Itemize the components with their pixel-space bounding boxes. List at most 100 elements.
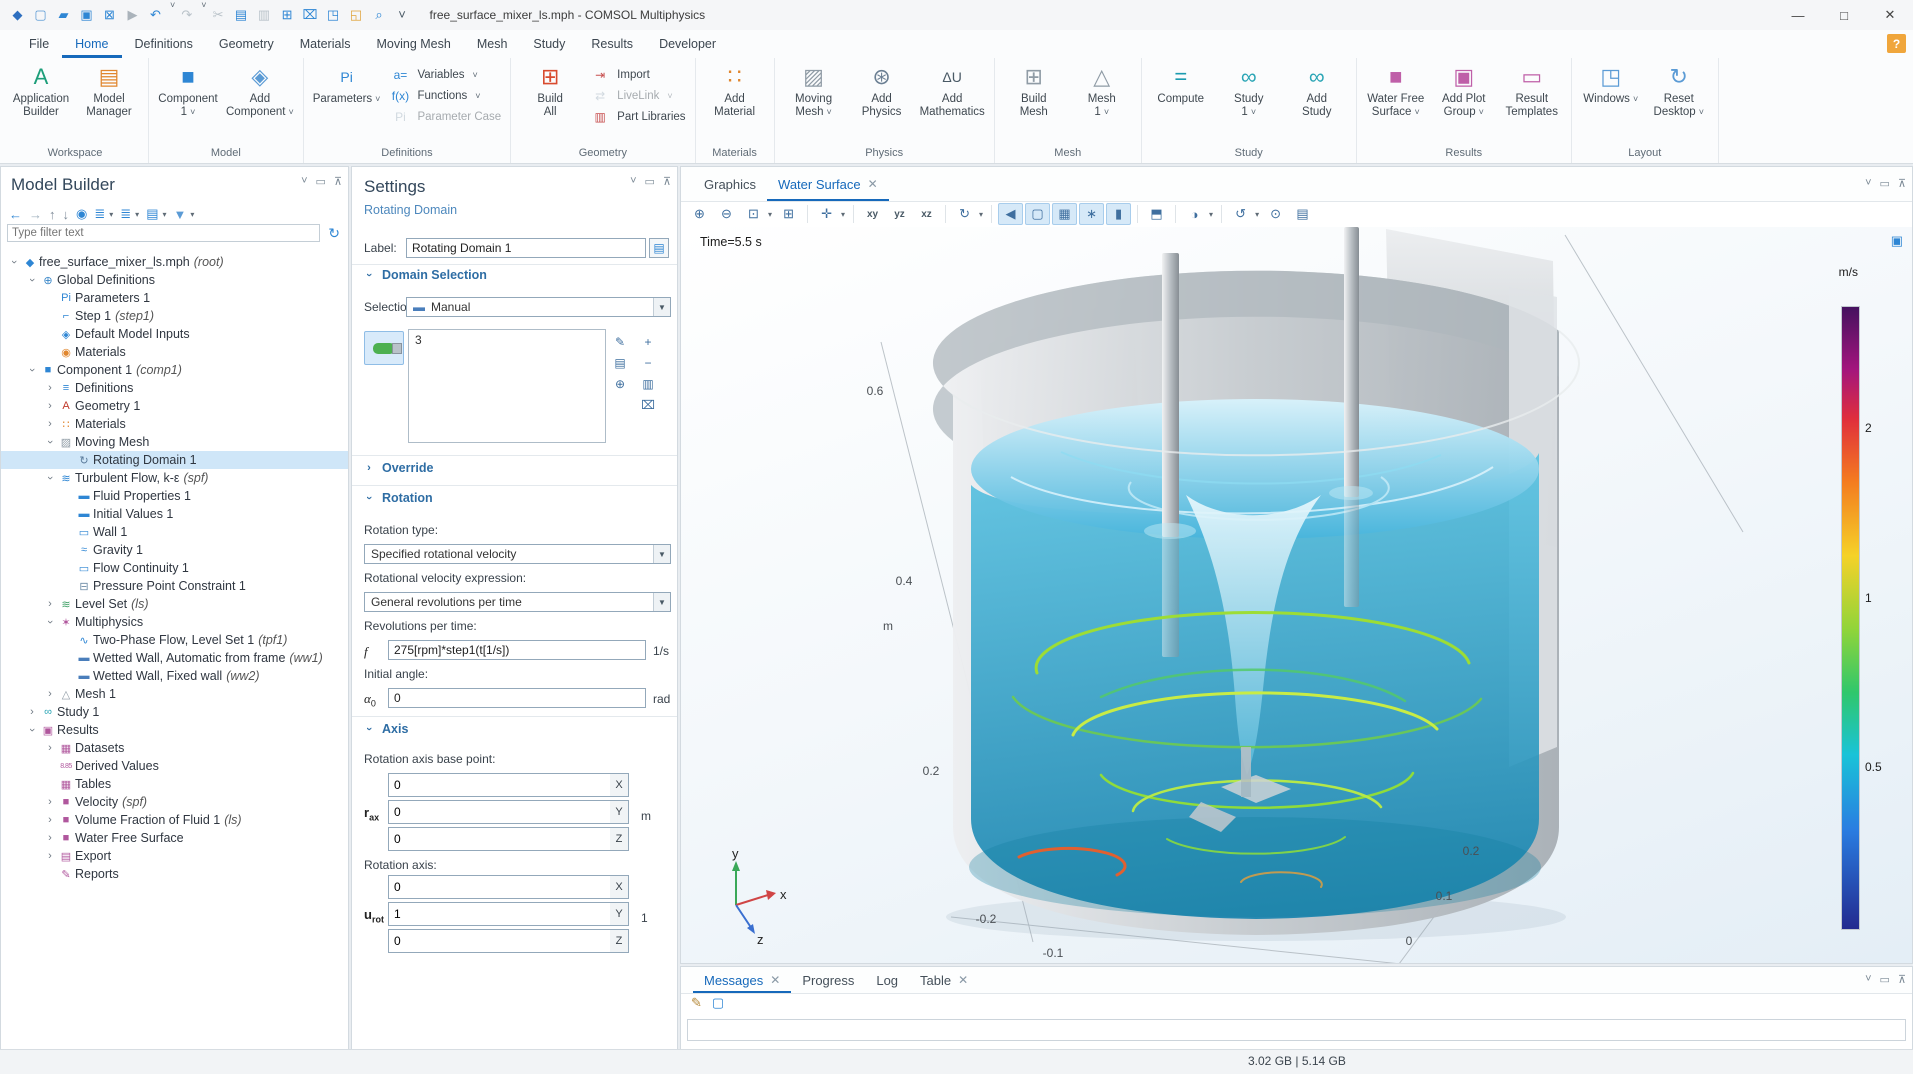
paste-selection-icon[interactable]: ▥ bbox=[638, 375, 658, 393]
section-domain-selection[interactable]: ›Domain Selection bbox=[364, 268, 487, 282]
save-icon[interactable]: ▣ bbox=[75, 0, 98, 30]
tree-item-volume-fraction-of-fluid-1[interactable]: ›■Volume Fraction of Fluid 1(ls) bbox=[1, 811, 348, 829]
tree-caret-icon[interactable]: › bbox=[44, 435, 56, 449]
pin-panel-icon[interactable]: ⊼ bbox=[663, 175, 671, 188]
tree-item-materials[interactable]: ◉Materials bbox=[1, 343, 348, 361]
update-plot-icon[interactable]: ↺ bbox=[1228, 203, 1253, 225]
tree-item-moving-mesh[interactable]: ›▨Moving Mesh bbox=[1, 433, 348, 451]
menu-tab-materials[interactable]: Materials bbox=[287, 30, 364, 58]
tree-item-velocity[interactable]: ›■Velocity(spf) bbox=[1, 793, 348, 811]
show-color-legend-icon[interactable]: ▮ bbox=[1106, 203, 1131, 225]
zoom-out-icon[interactable]: ⊖ bbox=[714, 203, 739, 225]
tree-caret-icon[interactable]: › bbox=[8, 255, 20, 269]
tree-item-default-model-inputs[interactable]: ◈Default Model Inputs bbox=[1, 325, 348, 343]
move-up-icon[interactable]: ↑ bbox=[49, 207, 56, 222]
section-rotation[interactable]: ›Rotation bbox=[364, 491, 433, 505]
menu-tab-home[interactable]: Home bbox=[62, 30, 121, 58]
menu-tab-file[interactable]: File bbox=[16, 30, 62, 58]
add-component-button[interactable]: ◈AddComponent˅ bbox=[222, 58, 298, 119]
messages-content[interactable] bbox=[687, 1019, 1906, 1041]
tree-item-flow-continuity-1[interactable]: ▭Flow Continuity 1 bbox=[1, 559, 348, 577]
tree-item-results[interactable]: ›▣Results bbox=[1, 721, 348, 739]
float-panel-icon[interactable]: ▭ bbox=[1880, 177, 1890, 190]
create-selection-icon[interactable]: ✎ bbox=[610, 333, 630, 351]
close-tab-icon[interactable]: ✕ bbox=[868, 177, 878, 191]
windows-button[interactable]: ◳Windows˅ bbox=[1577, 58, 1645, 106]
chevron-down-icon[interactable]: ▾ bbox=[162, 210, 166, 219]
bottom-tab-progress[interactable]: Progress bbox=[791, 967, 865, 993]
base-point-input-y[interactable] bbox=[389, 801, 619, 823]
water-free-surface-button[interactable]: ■Water FreeSurface˅ bbox=[1362, 58, 1430, 119]
add-physics-button[interactable]: ⊛AddPhysics bbox=[848, 58, 916, 119]
tree-item-datasets[interactable]: ›▦Datasets bbox=[1, 739, 348, 757]
menu-tab-developer[interactable]: Developer bbox=[646, 30, 729, 58]
tree-caret-icon[interactable]: › bbox=[26, 363, 38, 377]
tree-caret-icon[interactable]: › bbox=[43, 850, 57, 862]
initial-angle-input[interactable] bbox=[389, 689, 645, 707]
chevron-down-icon[interactable]: ▾ bbox=[1255, 210, 1259, 219]
find-icon[interactable]: ⌕ bbox=[368, 0, 391, 30]
tree-item-turbulent-flow-k[interactable]: ›≋Turbulent Flow, k-ε(spf) bbox=[1, 469, 348, 487]
tree-item-water-free-surface[interactable]: ›■Water Free Surface bbox=[1, 829, 348, 847]
toolbar-overflow-icon[interactable]: ˅ bbox=[391, 0, 414, 30]
filter-icon[interactable]: ▼ bbox=[174, 207, 187, 222]
add-material-button[interactable]: ∷AddMaterial bbox=[701, 58, 769, 119]
view-xz-icon[interactable]: xz bbox=[914, 203, 939, 225]
tree-item-multiphysics[interactable]: ›✶Multiphysics bbox=[1, 613, 348, 631]
result-templates-button[interactable]: ▭ResultTemplates bbox=[1498, 58, 1566, 119]
velocity-expression-dropdown[interactable]: General revolutions per time▼ bbox=[364, 592, 671, 612]
go-back-icon[interactable]: ← bbox=[9, 207, 22, 222]
refresh-filter-icon[interactable]: ↻ bbox=[328, 225, 340, 242]
tree-item-component-1[interactable]: ›■Component 1(comp1) bbox=[1, 361, 348, 379]
panel-menu-icon[interactable]: ˅ bbox=[1865, 973, 1871, 986]
save-to-icon[interactable]: ⊠ bbox=[98, 0, 121, 30]
show-grid-icon[interactable]: ▦ bbox=[1052, 203, 1077, 225]
minimize-button[interactable]: — bbox=[1775, 0, 1821, 30]
rotate-view-icon[interactable]: ↻ bbox=[952, 203, 977, 225]
appearance-icon[interactable]: ◑ bbox=[1182, 203, 1207, 225]
label-input[interactable] bbox=[407, 239, 645, 257]
menu-tab-results[interactable]: Results bbox=[578, 30, 646, 58]
tree-item-geometry-1[interactable]: ›AGeometry 1 bbox=[1, 397, 348, 415]
tree-item-export[interactable]: ›▤Export bbox=[1, 847, 348, 865]
section-axis[interactable]: ›Axis bbox=[364, 722, 408, 736]
tree-item-gravity-1[interactable]: ≈Gravity 1 bbox=[1, 541, 348, 559]
duplicate-icon[interactable]: ⊞ bbox=[276, 0, 299, 30]
bottom-tab-messages[interactable]: Messages✕ bbox=[693, 967, 791, 993]
cut-icon[interactable]: ✂ bbox=[207, 0, 230, 30]
pin-panel-icon[interactable]: ⊼ bbox=[1898, 973, 1906, 986]
add-study-button[interactable]: ∞AddStudy bbox=[1283, 58, 1351, 119]
3d-scene[interactable]: y x z bbox=[681, 227, 1912, 963]
tree-item-derived-values[interactable]: 8.85Derived Values bbox=[1, 757, 348, 775]
tree-item-materials[interactable]: ›∷Materials bbox=[1, 415, 348, 433]
tree-item-wetted-wall-fixed-wall[interactable]: ▬Wetted Wall, Fixed wall(ww2) bbox=[1, 667, 348, 685]
component-1-button[interactable]: ■Component1˅ bbox=[154, 58, 222, 119]
tree-item-free-surface-mixer-ls-mph[interactable]: ›◆free_surface_mixer_ls.mph(root) bbox=[1, 253, 348, 271]
section-override[interactable]: ›Override bbox=[364, 461, 433, 475]
clear-marker-icon[interactable]: ◱ bbox=[345, 0, 368, 30]
paste-icon[interactable]: ▥ bbox=[253, 0, 276, 30]
tree-item-wetted-wall-automatic-from-frame[interactable]: ▬Wetted Wall, Automatic from frame(ww1) bbox=[1, 649, 348, 667]
scene-light-icon[interactable]: ◀ bbox=[998, 203, 1023, 225]
open-file-icon[interactable]: ▰ bbox=[52, 0, 75, 30]
panel-menu-icon[interactable]: ˅ bbox=[630, 175, 636, 188]
default-3d-view-icon[interactable]: ✛ bbox=[814, 203, 839, 225]
tree-item-definitions[interactable]: ›≡Definitions bbox=[1, 379, 348, 397]
variables-button[interactable]: a=Variables˅ bbox=[388, 68, 501, 82]
chevron-down-icon[interactable]: ▾ bbox=[109, 210, 113, 219]
rename-toggle-button[interactable]: ▤ bbox=[649, 238, 669, 258]
undo-icon[interactable]: ↶ bbox=[144, 0, 167, 30]
chevron-down-icon[interactable]: ▾ bbox=[135, 210, 139, 219]
build-mesh-button[interactable]: ⊞BuildMesh bbox=[1000, 58, 1068, 119]
mesh-1-button[interactable]: △Mesh1˅ bbox=[1068, 58, 1136, 119]
base-point-input-x[interactable] bbox=[389, 774, 619, 796]
close-tab-icon[interactable]: ✕ bbox=[770, 973, 780, 987]
float-panel-icon[interactable]: ▭ bbox=[645, 175, 655, 188]
view-xy-icon[interactable]: xy bbox=[860, 203, 885, 225]
menu-tab-definitions[interactable]: Definitions bbox=[122, 30, 206, 58]
base-point-input-z[interactable] bbox=[389, 828, 619, 850]
tree-caret-icon[interactable]: › bbox=[43, 814, 57, 826]
node-text-icon[interactable]: ▤ bbox=[146, 206, 158, 222]
zoom-to-selection-icon[interactable]: ⊕ bbox=[610, 375, 630, 393]
rotation-type-dropdown[interactable]: Specified rotational velocity▼ bbox=[364, 544, 671, 564]
